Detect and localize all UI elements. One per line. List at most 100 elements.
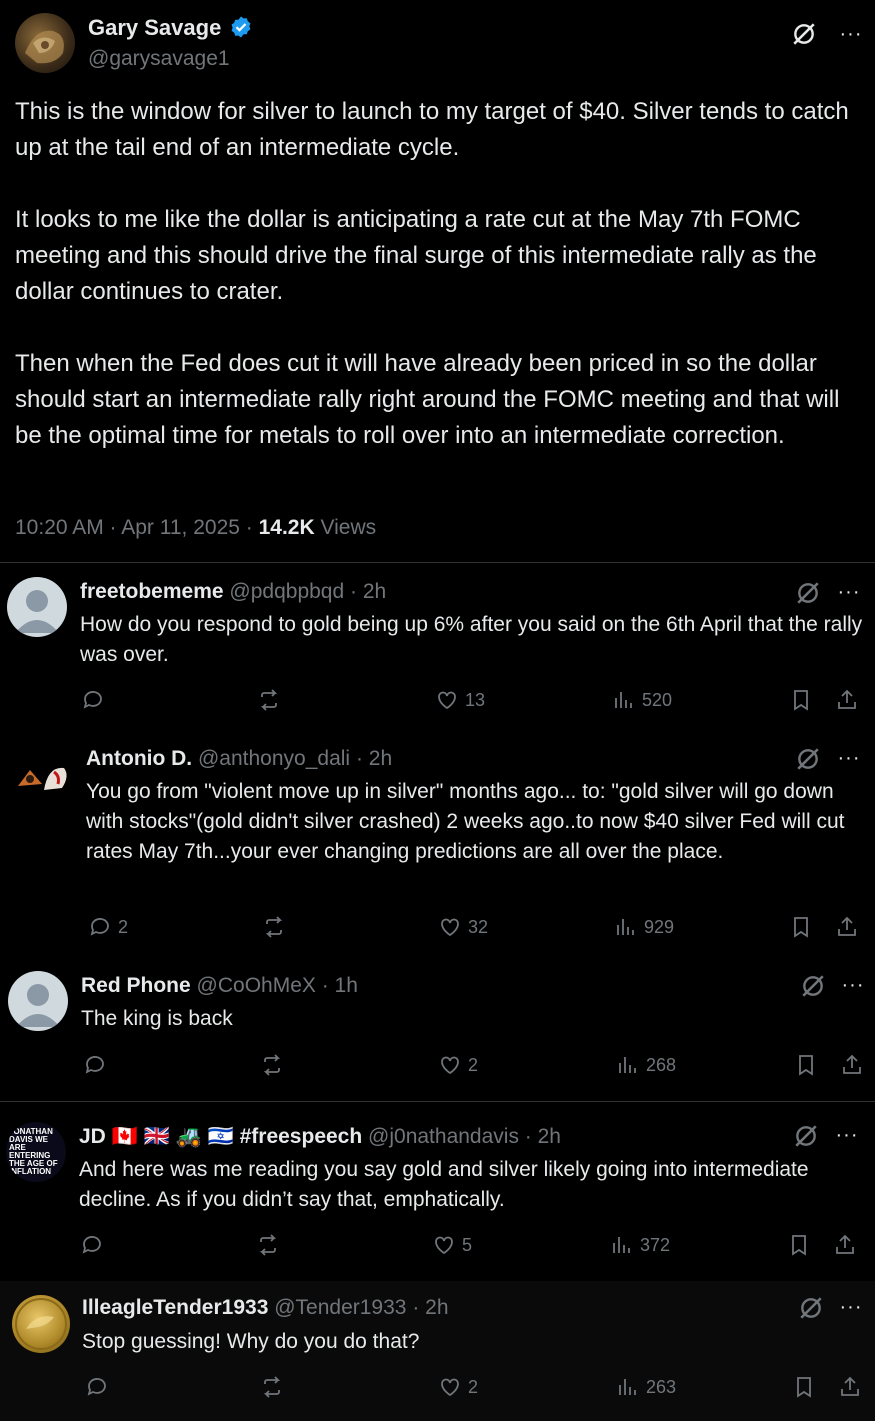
bookmark-button[interactable] [787, 1233, 811, 1257]
post-paragraph-3: Then when the Fed does cut it will have … [15, 350, 840, 449]
reply-actions: 2 32 929 [0, 915, 875, 945]
author-handle[interactable]: @garysavage1 [88, 47, 230, 71]
bookmark-button[interactable] [789, 688, 813, 712]
share-button[interactable] [838, 1375, 862, 1399]
share-button[interactable] [840, 1053, 864, 1077]
author-avatar[interactable] [15, 13, 75, 73]
share-button[interactable] [835, 688, 859, 712]
like-button[interactable]: 13 [435, 688, 485, 712]
reply-avatar[interactable] [8, 971, 68, 1031]
reply-time[interactable]: · 2h [356, 747, 392, 770]
bookmark-icon [799, 1055, 813, 1076]
reply-time[interactable]: · 2h [350, 580, 386, 603]
repost-button[interactable] [260, 1053, 284, 1077]
repost-button[interactable] [262, 915, 286, 939]
bookmark-button[interactable] [792, 1375, 816, 1399]
reply-time[interactable]: · 1h [322, 974, 358, 997]
reply-author-handle[interactable]: @CoOhMeX [197, 974, 316, 997]
gold-coin-image [15, 1298, 67, 1350]
analytics-icon [613, 1237, 630, 1253]
grok-icon[interactable] [793, 1123, 819, 1149]
reply-button[interactable] [81, 688, 111, 712]
more-options-icon[interactable]: ··· [836, 1295, 866, 1319]
reply-time[interactable]: · 2h [525, 1125, 561, 1148]
share-button[interactable] [835, 915, 859, 939]
reply-avatar[interactable] [14, 746, 74, 806]
reply-icon [83, 691, 102, 709]
reply-author-name[interactable]: freetobememe [80, 580, 224, 603]
bookmark-button[interactable] [789, 915, 813, 939]
views-button[interactable]: 520 [612, 688, 672, 712]
grok-icon[interactable] [795, 580, 821, 606]
reply-text: You go from "violent move up in silver" … [86, 780, 845, 863]
reply-author-handle[interactable]: @Tender1933 [274, 1296, 406, 1319]
divider [0, 562, 875, 563]
heart-icon [438, 691, 456, 710]
repost-icon [259, 1234, 277, 1256]
reply-header: Antonio D. @anthonyo_dali · 2h [86, 747, 392, 771]
analytics-icon [617, 919, 634, 935]
like-button[interactable]: 2 [438, 1053, 478, 1077]
reply-author-name[interactable]: IlleagleTender1933 [82, 1296, 268, 1319]
views-button[interactable]: 372 [610, 1233, 670, 1257]
reply-button[interactable] [85, 1375, 115, 1399]
author-name-text: Gary Savage [88, 15, 222, 40]
more-options-icon[interactable]: ··· [836, 20, 866, 48]
repost-button[interactable] [260, 1375, 284, 1399]
bookmark-button[interactable] [794, 1053, 818, 1077]
share-icon [836, 1234, 854, 1254]
reply-time[interactable]: · 2h [412, 1296, 448, 1319]
views-button[interactable]: 263 [616, 1375, 676, 1399]
share-icon [841, 1376, 859, 1396]
reply-avatar[interactable]: JONATHAN DAVIS WE ARE ENTERING THE AGE O… [6, 1122, 66, 1182]
reply-avatar[interactable] [12, 1295, 70, 1353]
grok-icon[interactable] [798, 1295, 824, 1321]
reply-avatar[interactable] [7, 577, 67, 637]
share-icon [838, 689, 856, 709]
grok-icon[interactable] [795, 746, 821, 772]
post-paragraph-2: It looks to me like the dollar is antici… [15, 206, 817, 305]
like-button[interactable]: 2 [438, 1375, 478, 1399]
heart-icon [441, 918, 459, 937]
grok-icon[interactable] [790, 20, 818, 48]
grok-icon[interactable] [800, 973, 826, 999]
reply-author-handle[interactable]: @pdqbpbqd [229, 580, 344, 603]
views-button[interactable]: 268 [616, 1053, 676, 1077]
heart-icon [435, 1236, 453, 1255]
more-options-icon[interactable]: ··· [834, 580, 864, 604]
reply-button[interactable] [83, 1053, 113, 1077]
more-options-icon[interactable]: ··· [838, 973, 868, 997]
reply-author-name[interactable]: JD 🇨🇦 🇬🇧 🚜 🇮🇱 #freespeech [79, 1125, 362, 1148]
view-count: 520 [642, 689, 673, 710]
like-button[interactable]: 5 [432, 1233, 472, 1257]
reply-button[interactable]: 2 [88, 915, 128, 939]
repost-icon [263, 1376, 281, 1398]
reply-icon [82, 1236, 101, 1254]
reply-button[interactable] [80, 1233, 110, 1257]
like-count: 13 [465, 689, 486, 710]
reply-author-name[interactable]: Red Phone [81, 974, 191, 997]
more-options-icon[interactable]: ··· [832, 1123, 862, 1147]
bookmark-icon [797, 1377, 811, 1398]
like-count: 32 [468, 916, 489, 937]
reply-author-name[interactable]: Antonio D. [86, 747, 192, 770]
reply-text: How do you respond to gold being up 6% a… [80, 613, 863, 666]
more-options-icon[interactable]: ··· [834, 746, 864, 770]
bookmark-icon [794, 690, 808, 711]
heart-icon [441, 1378, 459, 1397]
post-timestamp[interactable]: 10:20 AM · Apr 11, 2025 · [15, 516, 259, 539]
reply-author-handle[interactable]: @j0nathandavis [368, 1125, 519, 1148]
views-label: Views [314, 516, 377, 539]
analytics-icon [619, 1379, 636, 1395]
reply-author-handle[interactable]: @anthonyo_dali [198, 747, 350, 770]
like-button[interactable]: 32 [438, 915, 488, 939]
reply-header: JD 🇨🇦 🇬🇧 🚜 🇮🇱 #freespeech @j0nathandavis… [79, 1125, 561, 1149]
avatar-text: JONATHAN DAVIS WE ARE ENTERING THE AGE O… [9, 1127, 58, 1176]
share-button[interactable] [833, 1233, 857, 1257]
repost-button[interactable] [257, 688, 281, 712]
views-button[interactable]: 929 [614, 915, 674, 939]
repost-button[interactable] [256, 1233, 280, 1257]
author-name[interactable]: Gary Savage [88, 15, 253, 41]
view-count: 263 [646, 1376, 677, 1397]
share-icon [838, 916, 856, 936]
